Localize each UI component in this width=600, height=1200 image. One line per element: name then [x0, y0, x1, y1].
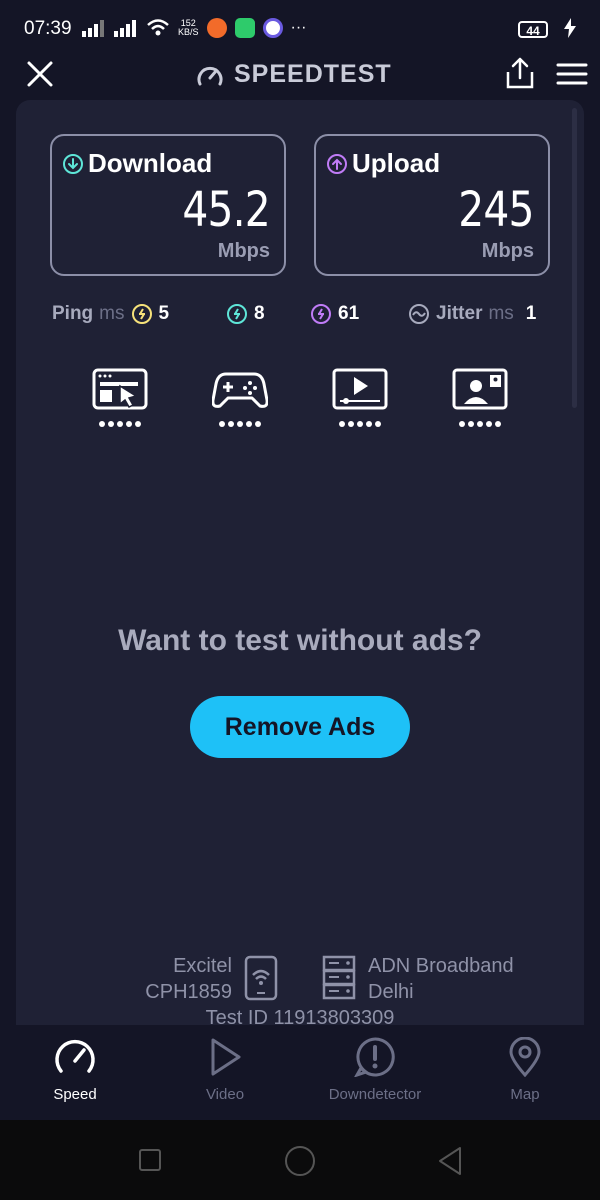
- brand-title: SPEEDTEST: [234, 60, 392, 88]
- ping-unit: ms: [99, 303, 125, 324]
- close-icon[interactable]: [24, 58, 56, 90]
- rating-dots: [332, 421, 388, 427]
- video-chat-icon: [452, 368, 508, 410]
- signal-icon: [114, 20, 136, 37]
- brand: SPEEDTEST: [196, 60, 392, 89]
- top-bar: SPEEDTEST: [0, 48, 600, 100]
- download-result: Download 45.2 Mbps: [50, 134, 286, 276]
- jitter-metric: Jitter ms 1: [408, 303, 536, 325]
- rating-dots: [452, 421, 508, 427]
- jitter-icon: [409, 304, 429, 324]
- rating-dots: [92, 421, 148, 427]
- video-streaming-icon: [332, 368, 388, 410]
- play-icon: [211, 1038, 241, 1076]
- phone-wifi-icon: [244, 955, 278, 1001]
- remove-ads-button[interactable]: Remove Ads: [190, 696, 410, 758]
- upload-latency-metric: 61: [310, 303, 359, 325]
- download-latency-icon: [227, 304, 247, 324]
- system-navigation: [0, 1120, 600, 1200]
- tab-map-label: Map: [510, 1086, 540, 1103]
- web-browsing-icon: [92, 368, 148, 410]
- charging-icon: [564, 18, 576, 38]
- remove-ads-prompt: Want to test without ads?: [118, 624, 482, 657]
- idle-latency-icon: [131, 304, 152, 324]
- upload-unit: Mbps: [481, 240, 534, 262]
- latency-metrics: Ping ms 5 8 61 Jitter ms 1: [52, 303, 552, 331]
- notification-app-icon: [262, 18, 283, 38]
- download-value: 45.2: [182, 182, 271, 238]
- server-location: Delhi: [368, 981, 414, 1003]
- download-label: Download: [88, 148, 213, 178]
- more-notifications: ···: [290, 19, 307, 36]
- share-icon[interactable]: [504, 56, 536, 90]
- ping-label: Ping: [52, 303, 94, 324]
- server-icon: [322, 955, 356, 1000]
- jitter-unit: ms: [488, 303, 514, 324]
- client-device: CPH1859: [145, 981, 232, 1003]
- upload-result: Upload 245 Mbps: [314, 134, 550, 276]
- tab-speed[interactable]: Speed: [15, 1037, 135, 1103]
- battery-indicator: 44: [518, 21, 548, 38]
- upload-value: 245: [458, 182, 535, 238]
- scrollbar[interactable]: [572, 108, 577, 408]
- ping-idle-value: 5: [158, 303, 170, 324]
- network-speed: 152 KB/S: [178, 19, 199, 37]
- upload-latency-icon: [311, 304, 331, 324]
- speedtest-logo-icon: [197, 66, 223, 85]
- network-speed-unit: KB/S: [178, 27, 199, 37]
- notification-app-icon: [206, 18, 227, 38]
- message-icon: [234, 18, 255, 38]
- menu-icon[interactable]: [556, 62, 588, 86]
- back-icon[interactable]: [436, 1145, 464, 1177]
- alert-icon: [353, 1037, 395, 1078]
- status-icons: 152 KB/S ···: [82, 18, 307, 38]
- signal-icon: [82, 20, 104, 37]
- tab-speed-label: Speed: [53, 1086, 97, 1103]
- tab-video[interactable]: Video: [165, 1037, 285, 1103]
- tab-downdetector[interactable]: Downdetector: [315, 1037, 435, 1103]
- speedometer-icon: [55, 1040, 95, 1073]
- recents-icon[interactable]: [138, 1148, 162, 1172]
- client-isp: Excitel: [173, 955, 232, 977]
- web-browsing-rating[interactable]: [92, 368, 148, 428]
- jitter-label: Jitter: [436, 303, 483, 324]
- server-name: ADN Broadband: [368, 955, 514, 977]
- video-streaming-rating[interactable]: [332, 368, 388, 428]
- download-latency-metric: 8: [226, 303, 265, 325]
- tab-video-label: Video: [205, 1086, 245, 1103]
- tab-downdetector-label: Downdetector: [328, 1086, 422, 1103]
- map-pin-icon: [509, 1036, 541, 1078]
- wifi-icon: [147, 19, 169, 36]
- bottom-nav: Speed Video Downdetector Map: [0, 1025, 600, 1120]
- ping-metric: Ping ms 5: [52, 303, 169, 325]
- download-arrow-icon: [63, 153, 83, 174]
- tab-map[interactable]: Map: [465, 1036, 585, 1103]
- gaming-rating[interactable]: [211, 368, 269, 428]
- status-time: 07:39: [24, 18, 72, 39]
- download-unit: Mbps: [217, 240, 270, 262]
- upload-label: Upload: [352, 148, 441, 178]
- gaming-icon: [211, 372, 269, 408]
- upload-arrow-icon: [327, 153, 347, 174]
- jitter-value: 1: [525, 303, 537, 324]
- ping-download-value: 8: [254, 303, 265, 324]
- ping-upload-value: 61: [338, 303, 360, 324]
- video-chat-rating[interactable]: [452, 368, 508, 428]
- home-icon[interactable]: [284, 1145, 316, 1177]
- rating-dots: [212, 421, 268, 427]
